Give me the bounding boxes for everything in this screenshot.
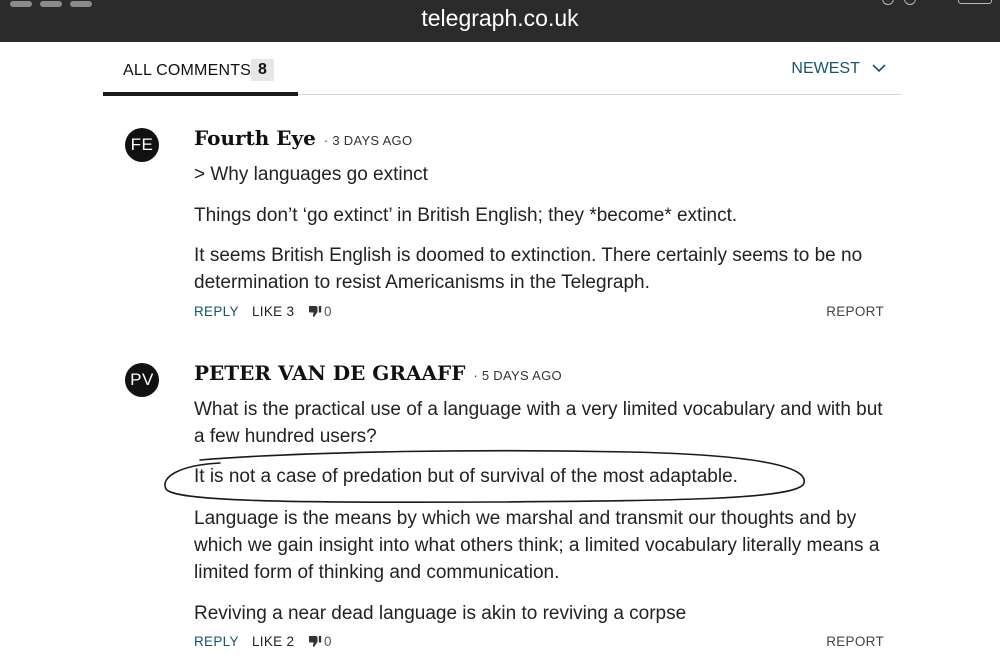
tab-all-comments[interactable]: ALL COMMENTS 8 <box>103 58 298 96</box>
status-bar-left <box>10 0 160 7</box>
reply-button[interactable]: REPLY <box>194 304 239 319</box>
author-name[interactable]: PETER VAN DE GRAAFF <box>194 361 465 385</box>
browser-address-bar: telegraph.co.uk <box>0 0 1000 42</box>
comment-paragraph: It seems British English is doomed to ex… <box>194 245 863 293</box>
dislike-count: 0 <box>324 634 332 649</box>
comment-paragraph: Reviving a near dead language is akin to… <box>194 603 687 624</box>
comment-paragraph: What is the practical use of a language … <box>194 399 883 447</box>
comment-paragraph: > Why languages go extinct <box>194 164 428 185</box>
chevron-down-icon <box>872 60 886 78</box>
sort-label: NEWEST <box>791 60 860 78</box>
dislike-count: 0 <box>324 304 332 319</box>
sort-dropdown[interactable]: NEWEST <box>791 60 886 78</box>
browser-domain[interactable]: telegraph.co.uk <box>0 5 1000 32</box>
comment-time: 5 DAYS AGO <box>481 368 562 383</box>
dislike-button[interactable]: 0 <box>308 634 332 649</box>
comment-actions: REPLY LIKE 2 0 REPORT <box>194 634 884 652</box>
avatar[interactable]: FE <box>125 128 159 162</box>
comment-author: PETER VAN DE GRAAFF · 5 DAYS AGO <box>194 361 562 385</box>
avatar[interactable]: PV <box>125 363 159 397</box>
hand-drawn-circle-annotation <box>164 449 805 504</box>
comment-actions: REPLY LIKE 3 0 REPORT <box>194 304 884 322</box>
thumbs-down-icon <box>309 636 322 647</box>
report-button[interactable]: REPORT <box>826 634 884 649</box>
reply-button[interactable]: REPLY <box>194 634 239 649</box>
like-button[interactable]: LIKE 3 <box>252 304 294 319</box>
comment-time: 3 DAYS AGO <box>332 133 413 148</box>
thumbs-down-icon <box>309 306 322 317</box>
author-name[interactable]: Fourth Eye <box>194 126 316 150</box>
report-button[interactable]: REPORT <box>826 304 884 319</box>
comment-paragraph: Things don’t ‘go extinct’ in British Eng… <box>194 205 738 226</box>
like-button[interactable]: LIKE 2 <box>252 634 294 649</box>
status-bar-right <box>882 0 992 6</box>
comment-paragraph: Language is the means by which we marsha… <box>194 508 880 583</box>
comments-tab-bar: ALL COMMENTS 8 NEWEST <box>103 58 902 96</box>
comment-author: Fourth Eye · 3 DAYS AGO <box>194 126 413 150</box>
tab-all-comments-label: ALL COMMENTS <box>123 62 252 79</box>
dislike-button[interactable]: 0 <box>308 304 332 319</box>
comment-count-badge: 8 <box>251 59 274 81</box>
